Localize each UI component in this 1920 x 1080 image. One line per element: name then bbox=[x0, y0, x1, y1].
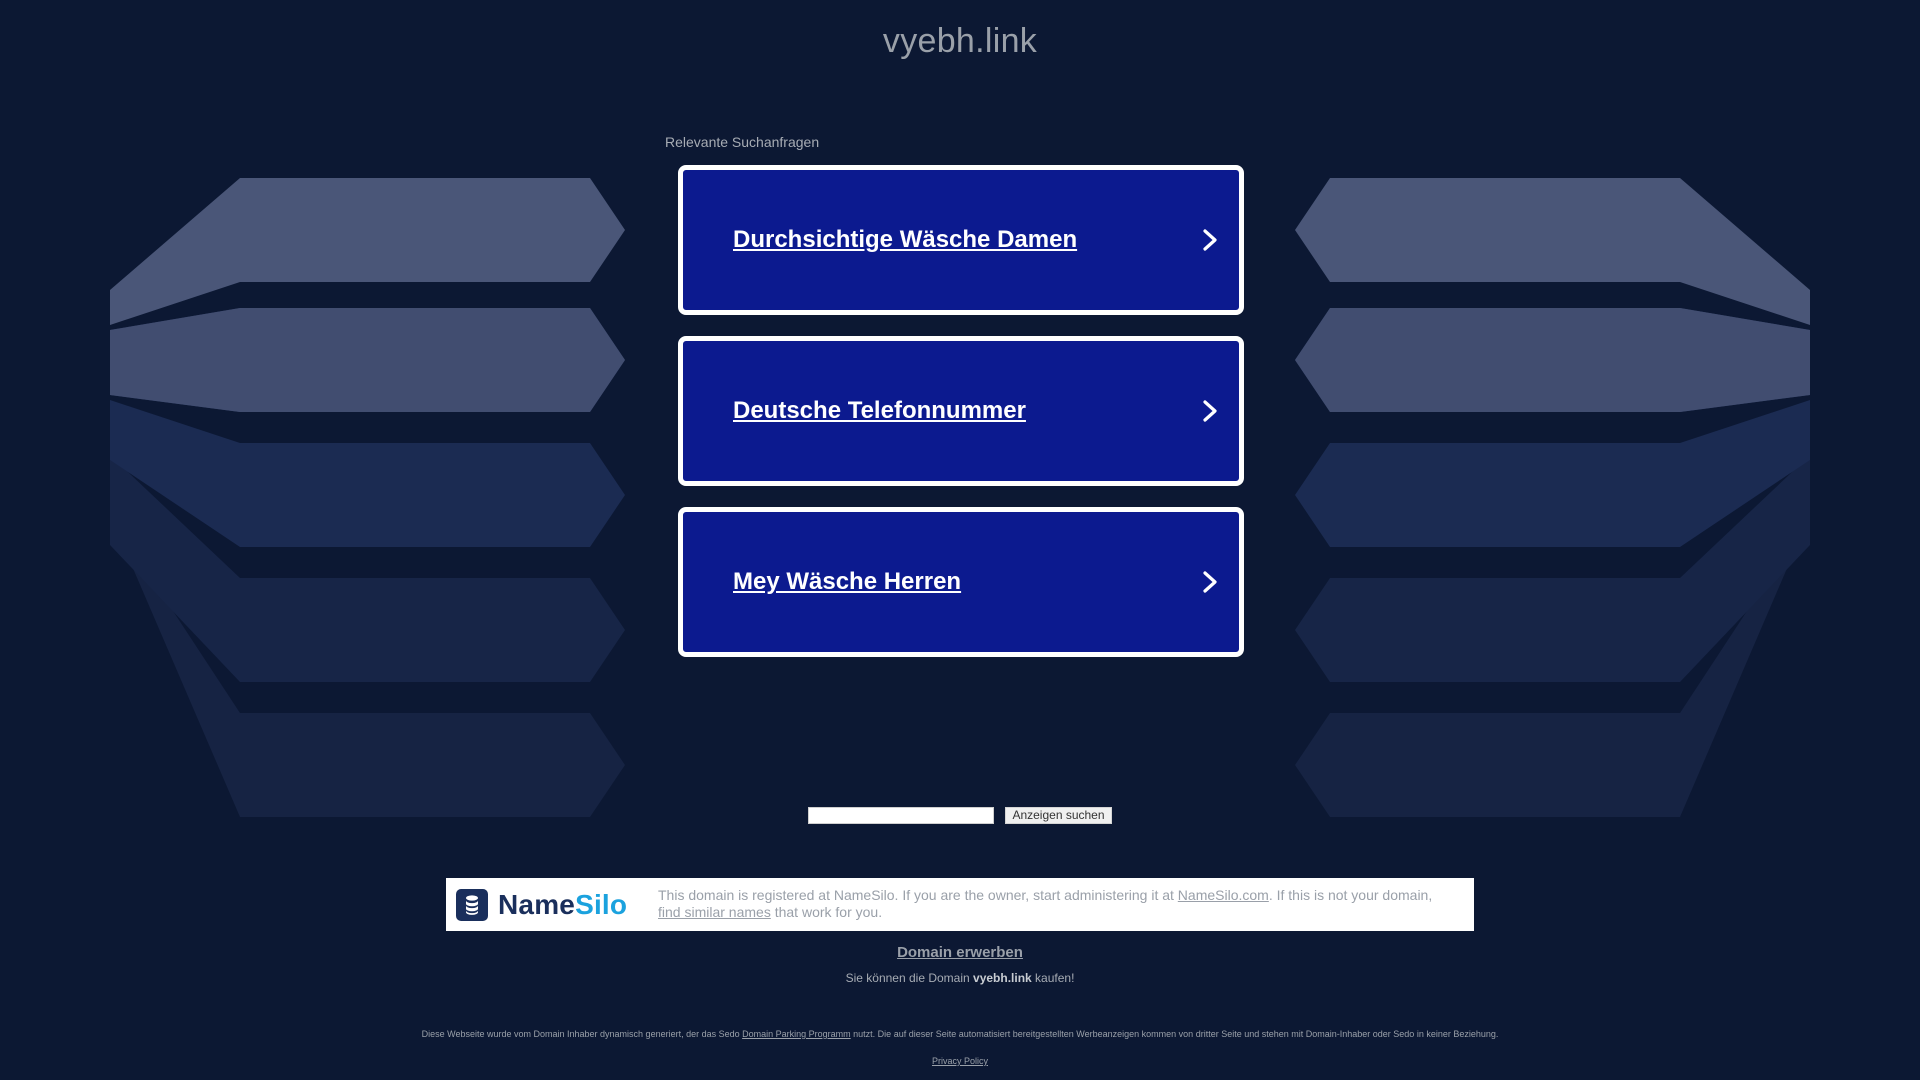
find-similar-names-link[interactable]: find similar names bbox=[658, 904, 771, 920]
namesilo-wordmark-silo: Silo bbox=[575, 889, 628, 920]
footer-disclaimer: Diese Webseite wurde vom Domain Inhaber … bbox=[0, 1029, 1920, 1039]
page: vyebh.link Relevante Suchanfragen Durchs… bbox=[0, 0, 1920, 1080]
disclaimer-text-1: Diese Webseite wurde vom Domain Inhaber … bbox=[421, 1029, 743, 1039]
chevron-right-icon bbox=[1203, 229, 1217, 251]
right-shape-1 bbox=[1295, 178, 1810, 325]
registrar-text-3: that work for you. bbox=[770, 904, 883, 920]
buy-text-pre: Sie können die Domain bbox=[845, 971, 974, 985]
namesilo-logo[interactable]: NameSilo bbox=[456, 889, 627, 921]
ad-search-button[interactable]: Anzeigen suchen bbox=[1005, 807, 1112, 824]
left-shape-3 bbox=[110, 400, 625, 547]
buy-domain-link[interactable]: Domain erwerben bbox=[0, 944, 1920, 961]
ad-search-form: Anzeigen suchen bbox=[0, 807, 1920, 824]
privacy-policy-link[interactable]: Privacy Policy bbox=[0, 1056, 1920, 1066]
right-shape-3 bbox=[1295, 400, 1810, 547]
domain-parking-link[interactable]: Domain Parking Programm bbox=[742, 1029, 851, 1039]
buy-domain-text: Sie können die Domain vyebh.link kaufen! bbox=[0, 971, 1920, 985]
related-search-link[interactable]: Mey Wäsche Herren bbox=[733, 568, 961, 596]
related-search-item[interactable]: Deutsche Telefonnummer bbox=[678, 336, 1244, 486]
domain-title: vyebh.link bbox=[882, 22, 1038, 60]
buy-text-post: kaufen! bbox=[1031, 971, 1075, 985]
namesilo-wordmark-name: Name bbox=[498, 889, 576, 920]
namesilo-wordmark: NameSilo bbox=[498, 889, 627, 921]
related-searches-list: Durchsichtige Wäsche Damen Deutsche Tele… bbox=[678, 165, 1244, 678]
disclaimer-text-2: nutzt. Die auf dieser Seite automatisier… bbox=[850, 1029, 1499, 1039]
chevron-right-icon bbox=[1203, 571, 1217, 593]
registrar-banner: NameSilo This domain is registered at Na… bbox=[446, 878, 1474, 931]
registrar-text-2: . If this is not your domain, bbox=[1268, 887, 1433, 903]
left-shape-1 bbox=[110, 178, 625, 325]
buy-text-domain: vyebh.link bbox=[973, 971, 1032, 985]
related-search-item[interactable]: Durchsichtige Wäsche Damen bbox=[678, 165, 1244, 315]
related-search-link[interactable]: Durchsichtige Wäsche Damen bbox=[733, 226, 1077, 254]
database-icon bbox=[456, 889, 488, 921]
left-shape-stack bbox=[110, 178, 625, 817]
namesilo-link[interactable]: NameSilo.com bbox=[1178, 887, 1269, 903]
registrar-text-1: This domain is registered at NameSilo. I… bbox=[658, 887, 1178, 903]
registrar-message: This domain is registered at NameSilo. I… bbox=[658, 887, 1458, 921]
chevron-right-icon bbox=[1203, 400, 1217, 422]
related-search-link[interactable]: Deutsche Telefonnummer bbox=[733, 397, 1026, 425]
right-shape-stack bbox=[1295, 178, 1810, 817]
related-searches-label: Relevante Suchanfragen bbox=[665, 134, 820, 150]
related-search-item[interactable]: Mey Wäsche Herren bbox=[678, 507, 1244, 657]
ad-search-input[interactable] bbox=[808, 807, 995, 824]
right-shape-2-highlight bbox=[1295, 308, 1810, 412]
left-shape-2-highlight bbox=[110, 308, 625, 412]
